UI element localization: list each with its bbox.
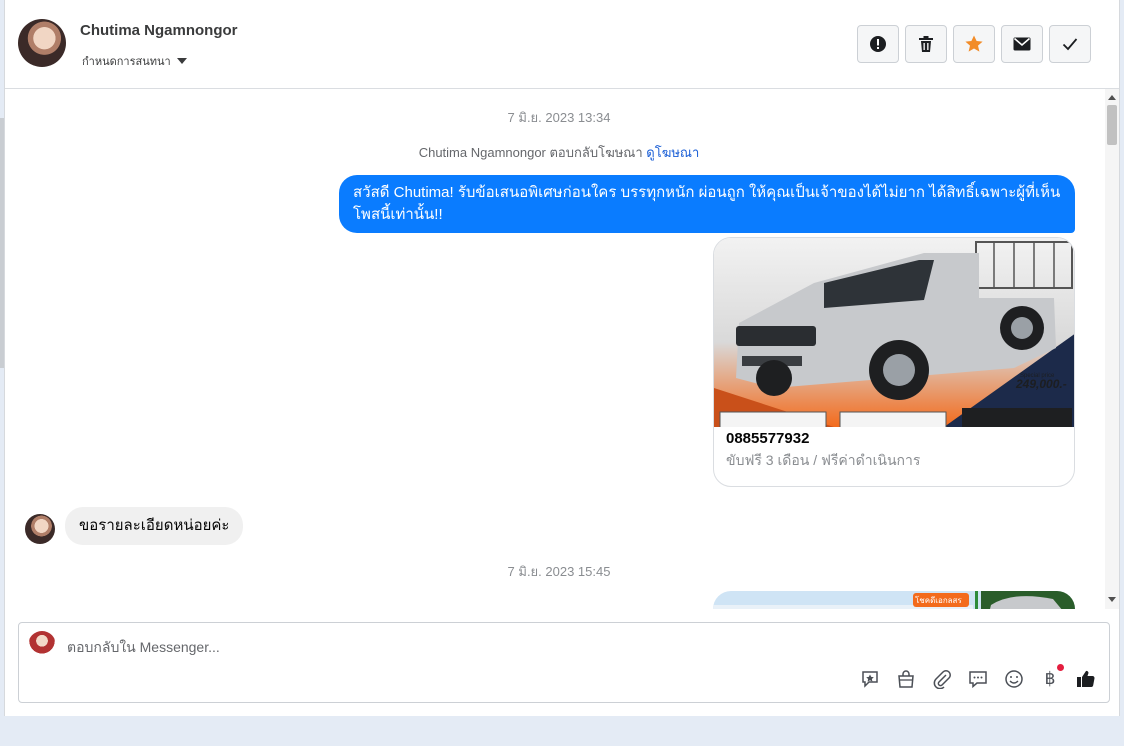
conversation-panel: Chutima Ngamnongor กำหนดการสนทนา 7 มิ.ย.: [4, 0, 1120, 716]
left-edge-divider: [0, 118, 4, 368]
header-actions: [857, 25, 1091, 63]
comment-icon[interactable]: [967, 668, 989, 690]
star-icon: [965, 35, 983, 52]
scrollbar-thumb[interactable]: [1107, 105, 1117, 145]
composer-tools: ฿: [859, 664, 1097, 690]
assign-label: กำหนดการสนทนา: [82, 55, 171, 68]
page-avatar: [28, 631, 56, 659]
ad-image-price: 249,000.-: [1015, 377, 1067, 391]
shop-bag-icon[interactable]: [895, 668, 917, 690]
baht-symbol: ฿: [1044, 669, 1056, 689]
assign-conversation-dropdown[interactable]: กำหนดการสนทนา: [82, 52, 187, 70]
delete-button[interactable]: [905, 25, 947, 63]
reply-composer[interactable]: ตอบกลับใน Messenger... ฿: [18, 622, 1110, 703]
contact-avatar-small: [25, 514, 55, 544]
ad-card-partial[interactable]: โชคดีเอกลสร: [713, 591, 1075, 609]
view-ad-link[interactable]: ดูโฆษณา: [646, 145, 699, 160]
contact-name[interactable]: Chutima Ngamnongor: [80, 22, 238, 39]
notification-dot: [1057, 664, 1064, 671]
ad-banner-text: โชคดีเอกลสร: [915, 595, 962, 605]
emoji-icon[interactable]: [1003, 668, 1025, 690]
timestamp: 7 มิ.ย. 2023 13:34: [507, 110, 611, 125]
scroll-down-arrow-icon[interactable]: [1108, 597, 1116, 602]
ad-image: Special price 249,000.-: [714, 238, 1074, 427]
reply-input[interactable]: ตอบกลับใน Messenger...: [67, 637, 220, 659]
contact-avatar[interactable]: [18, 19, 66, 67]
trash-icon: [919, 36, 933, 52]
ad-card-subtitle: ขับฟรี 3 เดือน / ฟรีค่าดำเนินการ: [726, 452, 921, 468]
chat-scrollbar[interactable]: [1105, 89, 1119, 609]
ad-image-partial: โชคดีเอกลสร: [713, 591, 1075, 609]
conversation-header: Chutima Ngamnongor กำหนดการสนทนา: [5, 0, 1119, 89]
ad-reply-notice: Chutima Ngamnongor ตอบกลับโฆษณา ดูโฆษณา: [5, 142, 1113, 163]
like-icon[interactable]: [1075, 668, 1097, 690]
saved-reply-icon[interactable]: [859, 668, 881, 690]
ad-reply-text: Chutima Ngamnongor ตอบกลับโฆษณา: [418, 145, 643, 160]
spam-button[interactable]: [857, 25, 899, 63]
mark-unread-button[interactable]: [1001, 25, 1043, 63]
incoming-message[interactable]: ขอรายละเอียดหน่อยค่ะ: [65, 507, 244, 545]
ad-card-title: 0885577932: [726, 430, 810, 447]
alert-icon: [870, 36, 886, 52]
check-icon: [1062, 38, 1078, 51]
outgoing-message[interactable]: สวัสดี Chutima! รับข้อเสนอพิเศษก่อนใคร บ…: [339, 175, 1075, 233]
scroll-up-arrow-icon[interactable]: [1108, 95, 1116, 100]
mail-icon: [1013, 37, 1031, 51]
page-background: [0, 716, 1124, 746]
message-thread[interactable]: 7 มิ.ย. 2023 13:34 Chutima Ngamnongor ตอ…: [5, 89, 1119, 609]
ad-card[interactable]: Special price 249,000.- 0885577932 ขับฟร…: [713, 237, 1075, 487]
mark-done-button[interactable]: [1049, 25, 1091, 63]
follow-up-button[interactable]: [953, 25, 995, 63]
caret-down-icon: [176, 58, 187, 64]
timestamp: 7 มิ.ย. 2023 15:45: [507, 564, 611, 579]
attach-icon[interactable]: [931, 668, 953, 690]
baht-payment-icon[interactable]: ฿: [1039, 664, 1064, 690]
